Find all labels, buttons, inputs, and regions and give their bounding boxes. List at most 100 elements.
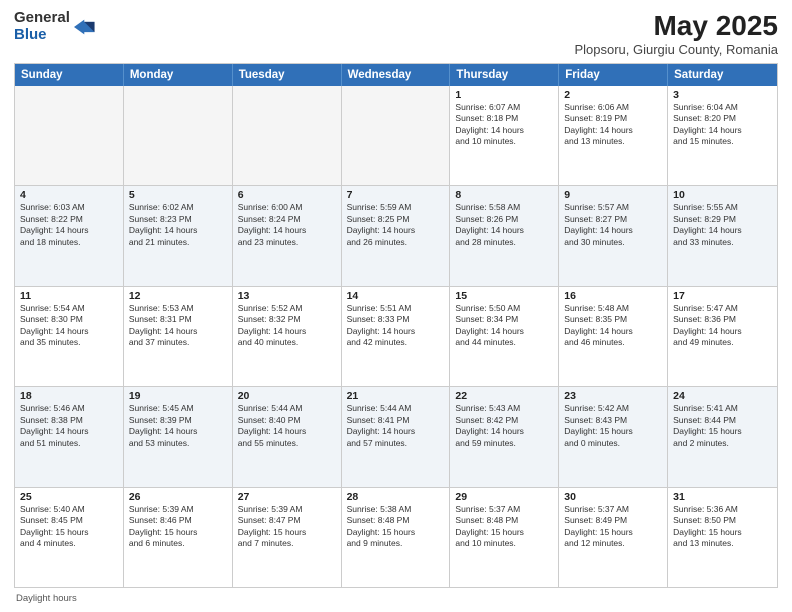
day-number: 23 [564, 390, 662, 402]
logo-blue: Blue [14, 27, 70, 44]
calendar-cell: 12Sunrise: 5:53 AMSunset: 8:31 PMDayligh… [124, 287, 233, 386]
footer-text: Daylight hours [16, 593, 77, 604]
calendar-cell: 2Sunrise: 6:06 AMSunset: 8:19 PMDaylight… [559, 86, 668, 185]
logo-text: General Blue [14, 10, 70, 43]
calendar-header-thursday: Thursday [450, 64, 559, 86]
calendar: SundayMondayTuesdayWednesdayThursdayFrid… [14, 63, 778, 588]
day-info: Sunrise: 5:53 AMSunset: 8:31 PMDaylight:… [129, 303, 227, 349]
day-number: 27 [238, 491, 336, 503]
day-info: Sunrise: 5:40 AMSunset: 8:45 PMDaylight:… [20, 504, 118, 550]
calendar-cell: 19Sunrise: 5:45 AMSunset: 8:39 PMDayligh… [124, 387, 233, 486]
day-number: 15 [455, 290, 553, 302]
day-info: Sunrise: 5:44 AMSunset: 8:41 PMDaylight:… [347, 403, 445, 449]
day-info: Sunrise: 5:52 AMSunset: 8:32 PMDaylight:… [238, 303, 336, 349]
calendar-week-4: 18Sunrise: 5:46 AMSunset: 8:38 PMDayligh… [15, 387, 777, 487]
calendar-body: 1Sunrise: 6:07 AMSunset: 8:18 PMDaylight… [15, 86, 777, 587]
calendar-week-1: 1Sunrise: 6:07 AMSunset: 8:18 PMDaylight… [15, 86, 777, 186]
day-info: Sunrise: 5:37 AMSunset: 8:48 PMDaylight:… [455, 504, 553, 550]
day-info: Sunrise: 5:38 AMSunset: 8:48 PMDaylight:… [347, 504, 445, 550]
calendar-cell: 26Sunrise: 5:39 AMSunset: 8:46 PMDayligh… [124, 488, 233, 587]
day-info: Sunrise: 5:39 AMSunset: 8:46 PMDaylight:… [129, 504, 227, 550]
logo-icon [74, 16, 96, 38]
day-number: 19 [129, 390, 227, 402]
day-info: Sunrise: 6:04 AMSunset: 8:20 PMDaylight:… [673, 102, 772, 148]
logo: General Blue [14, 10, 96, 43]
day-number: 24 [673, 390, 772, 402]
day-number: 7 [347, 189, 445, 201]
day-number: 28 [347, 491, 445, 503]
title-block: May 2025 Plopsoru, Giurgiu County, Roman… [574, 10, 778, 57]
calendar-header-friday: Friday [559, 64, 668, 86]
day-info: Sunrise: 5:47 AMSunset: 8:36 PMDaylight:… [673, 303, 772, 349]
calendar-week-3: 11Sunrise: 5:54 AMSunset: 8:30 PMDayligh… [15, 287, 777, 387]
calendar-cell: 27Sunrise: 5:39 AMSunset: 8:47 PMDayligh… [233, 488, 342, 587]
day-info: Sunrise: 5:42 AMSunset: 8:43 PMDaylight:… [564, 403, 662, 449]
day-number: 20 [238, 390, 336, 402]
calendar-cell: 23Sunrise: 5:42 AMSunset: 8:43 PMDayligh… [559, 387, 668, 486]
calendar-header: SundayMondayTuesdayWednesdayThursdayFrid… [15, 64, 777, 86]
calendar-header-saturday: Saturday [668, 64, 777, 86]
day-info: Sunrise: 6:00 AMSunset: 8:24 PMDaylight:… [238, 202, 336, 248]
day-number: 31 [673, 491, 772, 503]
calendar-cell: 24Sunrise: 5:41 AMSunset: 8:44 PMDayligh… [668, 387, 777, 486]
page: General Blue May 2025 Plopsoru, Giurgiu … [0, 0, 792, 612]
day-number: 17 [673, 290, 772, 302]
calendar-cell: 17Sunrise: 5:47 AMSunset: 8:36 PMDayligh… [668, 287, 777, 386]
logo-general: General [14, 10, 70, 27]
day-number: 26 [129, 491, 227, 503]
day-number: 13 [238, 290, 336, 302]
day-number: 12 [129, 290, 227, 302]
day-number: 10 [673, 189, 772, 201]
day-info: Sunrise: 5:48 AMSunset: 8:35 PMDaylight:… [564, 303, 662, 349]
calendar-cell: 31Sunrise: 5:36 AMSunset: 8:50 PMDayligh… [668, 488, 777, 587]
day-number: 16 [564, 290, 662, 302]
calendar-cell: 11Sunrise: 5:54 AMSunset: 8:30 PMDayligh… [15, 287, 124, 386]
day-info: Sunrise: 5:43 AMSunset: 8:42 PMDaylight:… [455, 403, 553, 449]
calendar-cell: 3Sunrise: 6:04 AMSunset: 8:20 PMDaylight… [668, 86, 777, 185]
day-info: Sunrise: 6:06 AMSunset: 8:19 PMDaylight:… [564, 102, 662, 148]
day-info: Sunrise: 5:46 AMSunset: 8:38 PMDaylight:… [20, 403, 118, 449]
calendar-cell: 13Sunrise: 5:52 AMSunset: 8:32 PMDayligh… [233, 287, 342, 386]
calendar-cell: 18Sunrise: 5:46 AMSunset: 8:38 PMDayligh… [15, 387, 124, 486]
day-info: Sunrise: 5:44 AMSunset: 8:40 PMDaylight:… [238, 403, 336, 449]
calendar-cell [15, 86, 124, 185]
calendar-cell: 28Sunrise: 5:38 AMSunset: 8:48 PMDayligh… [342, 488, 451, 587]
day-number: 5 [129, 189, 227, 201]
calendar-header-wednesday: Wednesday [342, 64, 451, 86]
day-number: 3 [673, 89, 772, 101]
day-number: 25 [20, 491, 118, 503]
day-number: 30 [564, 491, 662, 503]
day-number: 29 [455, 491, 553, 503]
day-info: Sunrise: 5:37 AMSunset: 8:49 PMDaylight:… [564, 504, 662, 550]
calendar-cell: 20Sunrise: 5:44 AMSunset: 8:40 PMDayligh… [233, 387, 342, 486]
calendar-cell [233, 86, 342, 185]
calendar-cell: 30Sunrise: 5:37 AMSunset: 8:49 PMDayligh… [559, 488, 668, 587]
day-number: 22 [455, 390, 553, 402]
day-info: Sunrise: 6:07 AMSunset: 8:18 PMDaylight:… [455, 102, 553, 148]
footer: Daylight hours [14, 593, 778, 604]
day-number: 14 [347, 290, 445, 302]
day-number: 18 [20, 390, 118, 402]
sub-title: Plopsoru, Giurgiu County, Romania [574, 42, 778, 57]
calendar-cell: 8Sunrise: 5:58 AMSunset: 8:26 PMDaylight… [450, 186, 559, 285]
calendar-week-2: 4Sunrise: 6:03 AMSunset: 8:22 PMDaylight… [15, 186, 777, 286]
calendar-cell: 14Sunrise: 5:51 AMSunset: 8:33 PMDayligh… [342, 287, 451, 386]
day-number: 1 [455, 89, 553, 101]
day-info: Sunrise: 5:55 AMSunset: 8:29 PMDaylight:… [673, 202, 772, 248]
day-number: 9 [564, 189, 662, 201]
calendar-cell: 15Sunrise: 5:50 AMSunset: 8:34 PMDayligh… [450, 287, 559, 386]
calendar-week-5: 25Sunrise: 5:40 AMSunset: 8:45 PMDayligh… [15, 488, 777, 587]
calendar-header-monday: Monday [124, 64, 233, 86]
calendar-cell [124, 86, 233, 185]
day-info: Sunrise: 5:57 AMSunset: 8:27 PMDaylight:… [564, 202, 662, 248]
calendar-cell [342, 86, 451, 185]
calendar-cell: 21Sunrise: 5:44 AMSunset: 8:41 PMDayligh… [342, 387, 451, 486]
day-info: Sunrise: 5:51 AMSunset: 8:33 PMDaylight:… [347, 303, 445, 349]
day-number: 2 [564, 89, 662, 101]
day-info: Sunrise: 5:39 AMSunset: 8:47 PMDaylight:… [238, 504, 336, 550]
day-number: 11 [20, 290, 118, 302]
calendar-cell: 7Sunrise: 5:59 AMSunset: 8:25 PMDaylight… [342, 186, 451, 285]
day-info: Sunrise: 6:02 AMSunset: 8:23 PMDaylight:… [129, 202, 227, 248]
day-info: Sunrise: 5:41 AMSunset: 8:44 PMDaylight:… [673, 403, 772, 449]
day-info: Sunrise: 6:03 AMSunset: 8:22 PMDaylight:… [20, 202, 118, 248]
